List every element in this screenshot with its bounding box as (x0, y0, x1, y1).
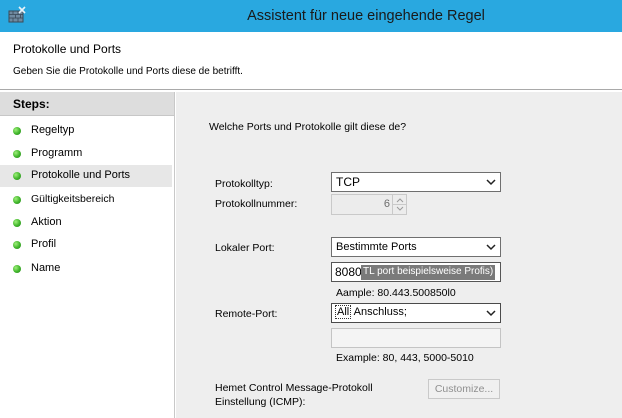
protocol-number-label: Protokollnummer: (215, 198, 298, 210)
step-label: Gültigkeitsbereich (31, 193, 115, 205)
remote-port-value-all: All (335, 305, 352, 319)
steps-heading: Steps: (0, 92, 174, 116)
status-dot-icon (13, 241, 21, 249)
title-bar: Assistent für neue eingehende Regel (0, 0, 622, 32)
step-programm[interactable]: Programm (0, 143, 172, 165)
status-dot-icon (13, 172, 21, 180)
local-port-typed-text: 8080 (335, 265, 362, 279)
remote-port-select[interactable]: All Anschluss; (331, 303, 501, 323)
page-title: Protokolle und Ports (13, 42, 122, 56)
step-label: Aktion (31, 216, 62, 228)
remote-port-value: All Anschluss; (335, 305, 407, 319)
window-title: Assistent für neue eingehende Regel (247, 8, 485, 24)
step-profil[interactable]: Profil (0, 234, 172, 256)
question-text: Welche Ports und Protokolle gilt diese d… (209, 121, 407, 133)
steps-heading-label: Steps: (13, 97, 50, 111)
status-dot-icon (13, 127, 21, 135)
local-port-input[interactable]: 8080 TL port beispielsweise Profis) (331, 262, 501, 282)
customize-button[interactable]: Customize... (428, 379, 500, 399)
protocol-type-select[interactable]: TCP (331, 172, 501, 192)
status-dot-icon (13, 219, 21, 227)
step-label: Programm (31, 147, 83, 159)
step-gueltigkeitsbereich[interactable]: Gültigkeitsbereich (0, 189, 172, 211)
stepper-arrows-icon (393, 198, 407, 211)
step-label: Profil (31, 238, 57, 250)
remote-port-label: Remote-Port: (215, 308, 278, 320)
local-port-selected-text: TL port beispielsweise Profis) (361, 265, 496, 280)
step-label: Name (31, 262, 61, 274)
remote-port-input[interactable] (331, 328, 501, 348)
protocol-number-value: 6 (383, 198, 390, 210)
step-name[interactable]: Name (0, 258, 172, 280)
step-label: Protokolle und Ports (31, 169, 131, 181)
wizard-header: Protokolle und Ports Geben Sie die Proto… (0, 32, 622, 90)
chevron-down-icon (486, 179, 496, 186)
step-aktion[interactable]: Aktion (0, 212, 172, 234)
protocol-number-stepper[interactable]: 6 (331, 194, 407, 215)
steps-sidebar: Steps: Regeltyp Programm Protokolle und … (0, 92, 175, 418)
step-protokolle-und-ports[interactable]: Protokolle und Ports (0, 165, 172, 187)
local-port-select[interactable]: Bestimmte Ports (331, 237, 501, 257)
local-port-example: Aample: 80.443.500850l0 (336, 287, 456, 299)
local-port-value: Bestimmte Ports (336, 241, 417, 253)
page-description: Geben Sie die Protokolle und Ports diese… (13, 66, 243, 77)
icmp-label-line2: Einstellung (ICMP): (215, 396, 306, 408)
main-panel: Welche Ports und Protokolle gilt diese d… (176, 92, 622, 418)
protocol-type-label: Protokolltyp: (215, 178, 273, 190)
step-label: Regeltyp (31, 124, 75, 136)
local-port-label: Lokaler Port: (215, 242, 275, 254)
chevron-down-icon (486, 310, 496, 317)
status-dot-icon (13, 265, 21, 273)
stepper-arrows[interactable] (392, 195, 407, 214)
status-dot-icon (13, 196, 21, 204)
remote-port-value-rest: Anschluss; (351, 306, 407, 318)
remote-port-example: Example: 80, 443, 5000-5010 (336, 352, 474, 364)
icmp-label-line1: Hemet Control Message-Protokoll (215, 382, 373, 394)
protocol-type-value: TCP (336, 175, 360, 189)
status-dot-icon (13, 150, 21, 158)
step-regeltyp[interactable]: Regeltyp (0, 120, 172, 142)
chevron-down-icon (486, 244, 496, 251)
